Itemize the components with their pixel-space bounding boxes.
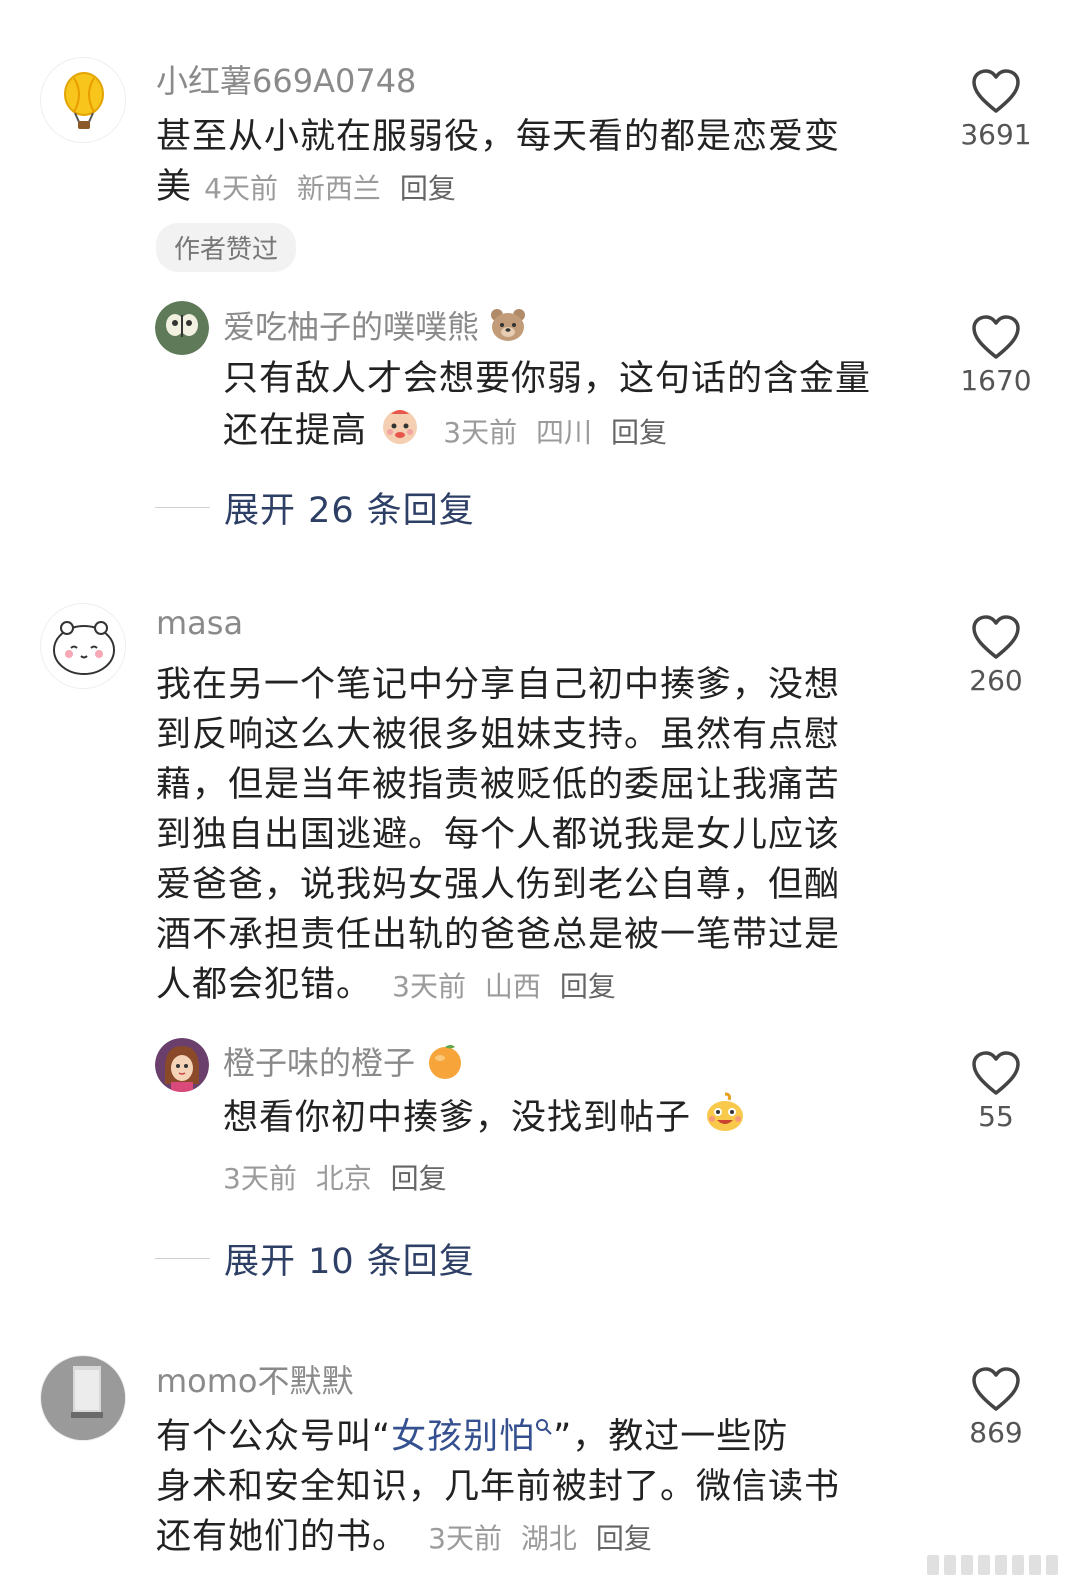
bear-emoji-icon	[489, 307, 527, 351]
cartoon-girl-avatar-icon	[155, 1038, 209, 1092]
reply-line: 想看你初中揍爹，没找到帖子	[223, 1098, 692, 1138]
expand-replies-button[interactable]: 展开 10 条回复	[155, 1233, 475, 1284]
search-icon	[536, 1419, 552, 1435]
reply-button[interactable]: 回复	[400, 172, 456, 205]
reply-button[interactable]: 回复	[611, 416, 667, 449]
location: 北京	[315, 1162, 372, 1195]
reply-meta: 3天前 四川 回复	[443, 416, 677, 449]
avatar[interactable]	[40, 57, 126, 143]
photo-avatar-icon	[41, 1356, 125, 1440]
author-liked-badge: 作者赞过	[156, 223, 297, 272]
comment-line: 到反响这么大被很多姐妹支持。虽然有点慰	[156, 715, 841, 755]
comment-line: 藉，但是当年被指责被贬低的委屈让我痛苦	[156, 765, 841, 805]
reply-button[interactable]: 回复	[596, 1522, 652, 1555]
hot-air-balloon-icon	[42, 59, 125, 142]
reply-line-with-emoji: 想看你初中揍爹，没找到帖子	[223, 1090, 943, 1148]
avatar[interactable]	[40, 1355, 126, 1441]
username-text: 爱吃柚子的噗噗熊	[223, 308, 480, 346]
comment-line: ”，教过一些防	[553, 1417, 789, 1457]
comment-line: 人都会犯错。	[156, 965, 373, 1005]
avatar[interactable]	[155, 301, 209, 355]
timestamp: 3天前	[428, 1522, 502, 1555]
reply-line-with-meta: 还在提高 3天前 四川 回复	[223, 404, 943, 460]
laughing-emoji-icon	[703, 1090, 747, 1148]
timestamp: 3天前	[443, 416, 518, 449]
comment-line: 我在另一个笔记中分享自己初中揍爹，没想	[156, 665, 841, 705]
like-count: 55	[978, 1100, 1014, 1133]
username[interactable]: momo不默默	[156, 1356, 354, 1402]
like-count: 3691	[960, 118, 1032, 151]
like-button[interactable]: 260	[956, 614, 1036, 697]
comment-line-with-meta: 人都会犯错。 3天前 山西 回复	[156, 960, 926, 1012]
reply-line: 只有敌人才会想要你弱，这句话的含金量	[223, 359, 872, 399]
comment-text: 我在另一个笔记中分享自己初中揍爹，没想 到反响这么大被很多姐妹支持。虽然有点慰 …	[156, 660, 926, 1012]
comment-item: 小红薯669A0748 甚至从小就在服弱役，每天看的都是恋爱变 美 4天前 新西…	[0, 0, 1080, 560]
orange-emoji-icon	[425, 1041, 465, 1089]
comment-text: 甚至从小就在服弱役，每天看的都是恋爱变 美 4天前 新西兰 回复	[156, 112, 926, 214]
butterfly-avatar-icon	[155, 301, 209, 355]
username[interactable]: masa	[156, 604, 243, 642]
like-button[interactable]: 55	[956, 1050, 1036, 1133]
expand-replies-button[interactable]: 展开 26 条回复	[155, 482, 475, 533]
divider	[155, 1258, 210, 1259]
heart-icon	[972, 1051, 1020, 1095]
comment-line: 到独自出国逃避。每个人都说我是女儿应该	[156, 815, 841, 855]
like-button[interactable]: 3691	[956, 68, 1036, 151]
location: 湖北	[520, 1522, 577, 1555]
timestamp: 3天前	[223, 1162, 297, 1195]
reply-meta: 3天前 北京 回复	[223, 1154, 943, 1204]
location: 四川	[536, 416, 593, 449]
timestamp: 4天前	[204, 172, 278, 205]
keyword-link-text: 女孩别怕	[391, 1417, 536, 1457]
comment-text: 有个公众号叫“女孩别怕 ”，教过一些防 身术和安全知识，几年前被封了。微信读书 还…	[156, 1412, 926, 1564]
comment-meta: 3天前 湖北 回复	[428, 1522, 662, 1555]
comment-meta: 3天前 山西 回复	[392, 970, 626, 1003]
like-button[interactable]: 869	[956, 1366, 1036, 1449]
username[interactable]: 橙子味的橙子	[223, 1038, 465, 1089]
username[interactable]: 爱吃柚子的噗噗熊	[223, 302, 527, 351]
angry-baby-emoji-icon	[379, 404, 421, 460]
comment-line: 酒不承担责任出轨的爸爸总是被一笔带过是	[156, 915, 841, 955]
heart-icon	[972, 69, 1020, 113]
cute-bear-avatar-icon	[42, 605, 125, 688]
watermark-logo-icon	[927, 1555, 1058, 1575]
reply-text: 想看你初中揍爹，没找到帖子 3天前 北京 回复	[223, 1090, 943, 1204]
expand-replies-label: 展开 10 条回复	[224, 1242, 475, 1282]
reply-button[interactable]: 回复	[391, 1162, 447, 1195]
comment-line-with-meta: 美 4天前 新西兰 回复	[156, 162, 926, 214]
expand-replies-label: 展开 26 条回复	[224, 491, 475, 531]
username-text: 橙子味的橙子	[223, 1044, 416, 1082]
heart-icon	[972, 315, 1020, 359]
reply-text: 只有敌人才会想要你弱，这句话的含金量 还在提高 3天前 四川 回复	[223, 354, 943, 460]
reply-line: 还在提高	[223, 411, 368, 451]
comment-line: 身术和安全知识，几年前被封了。微信读书	[156, 1467, 841, 1507]
divider	[155, 507, 210, 508]
location: 山西	[484, 970, 541, 1003]
keyword-link[interactable]: 女孩别怕	[391, 1417, 553, 1457]
like-count: 869	[969, 1416, 1023, 1449]
location: 新西兰	[296, 172, 381, 205]
comment-line-with-meta: 还有她们的书。 3天前 湖北 回复	[156, 1512, 926, 1564]
timestamp: 3天前	[392, 970, 466, 1003]
comment-line-with-link: 有个公众号叫“女孩别怕 ”，教过一些防	[156, 1412, 926, 1462]
heart-icon	[972, 615, 1020, 659]
like-count: 1670	[960, 364, 1032, 397]
like-count: 260	[969, 664, 1023, 697]
comment-line: 还有她们的书。	[156, 1517, 409, 1557]
heart-icon	[972, 1367, 1020, 1411]
username[interactable]: 小红薯669A0748	[156, 56, 416, 102]
avatar[interactable]	[155, 1038, 209, 1092]
watermark	[922, 1545, 1072, 1585]
comment-line: 甚至从小就在服弱役，每天看的都是恋爱变	[156, 117, 841, 157]
comment-meta: 4天前 新西兰 回复	[204, 172, 466, 205]
comment-line: 爱爸爸，说我妈女强人伤到老公自尊，但酗	[156, 865, 841, 905]
avatar[interactable]	[40, 603, 126, 689]
comment-line: 有个公众号叫“	[156, 1417, 392, 1457]
reply-button[interactable]: 回复	[560, 970, 616, 1003]
comment-line: 美	[156, 167, 193, 207]
like-button[interactable]: 1670	[956, 314, 1036, 397]
